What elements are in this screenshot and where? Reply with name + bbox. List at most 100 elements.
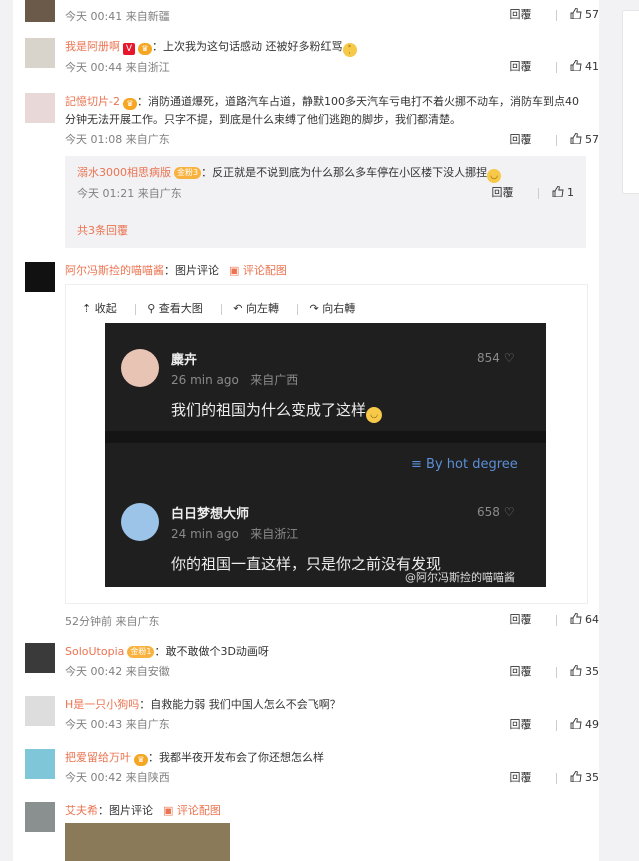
comment-item: H是一只小狗吗：自救能力弱 我们中国人怎么不会飞啊？ 今天 00:43 来自广东… — [25, 696, 599, 736]
thumbs-up-icon[interactable] — [570, 133, 582, 144]
comment-actions: 回覆 49 — [510, 716, 599, 732]
avatar[interactable] — [25, 93, 55, 123]
comment-item: 艾夫希：图片评论 ▣ 评论配图 — [25, 802, 599, 832]
like-count: 49 — [585, 718, 599, 731]
collapse-icon: ⇡ — [82, 302, 92, 315]
thumbs-up-icon[interactable] — [552, 186, 564, 197]
image-icon: ▣ — [229, 264, 240, 277]
reply-button[interactable]: 回覆 — [492, 184, 532, 200]
image-viewer: ⇡ 收起 ⚲ 查看大图 ↶ 向左轉 ↷ 向右轉 麋卉 26 min ago 来自… — [65, 284, 588, 604]
thumbs-up-icon[interactable] — [570, 613, 582, 624]
watermark: @阿尔冯斯捡的喵喵酱 — [405, 571, 515, 584]
username: 麋卉 — [171, 353, 198, 368]
comment-item: 記憶切片-2 ♛ ：消防通道爆死，道路汽车占道，静默100多天汽车亏电打不着火挪不动… — [25, 93, 599, 153]
username[interactable]: 艾夫希 — [65, 804, 98, 817]
pic-link[interactable]: ▣ 评论配图 — [163, 804, 221, 817]
thumbs-up-icon[interactable] — [570, 60, 582, 71]
like-count: 35 — [585, 771, 599, 784]
avatar[interactable] — [25, 0, 55, 22]
comment-item: 把爱留给万叶 ♛ ：我都半夜开发布会了你还想怎么样 今天 00:42 来自陕西 回覆… — [25, 749, 599, 789]
username[interactable]: 記憶切片-2 — [65, 95, 120, 108]
fan-badge-icon: ♛ — [134, 754, 148, 766]
reply-button[interactable]: 回覆 — [510, 58, 550, 74]
search-icon: ⚲ — [147, 302, 156, 315]
username[interactable]: 我是阿册啊 — [65, 40, 120, 53]
username[interactable]: H是一只小狗吗 — [65, 698, 139, 711]
more-replies-link[interactable]: 共3条回覆 — [77, 222, 128, 238]
side-card — [622, 10, 639, 194]
comment-text: ：敢不敢做个3D动画呀 — [154, 645, 269, 658]
comment-actions: 回覆 41 — [510, 58, 599, 74]
username: 白日梦想大师 — [171, 507, 250, 522]
like-count: 64 — [585, 613, 599, 626]
comment-actions: 回覆 64 — [510, 611, 599, 627]
fan-level-badge: 金粉1 — [127, 646, 155, 658]
reply-button[interactable]: 回覆 — [510, 6, 550, 22]
thumbs-up-icon[interactable] — [570, 718, 582, 729]
comment-actions: 回覆 35 — [510, 663, 599, 679]
fan-level-badge: 金粉3 — [174, 167, 202, 179]
thumbs-up-icon[interactable] — [570, 771, 582, 782]
rotate-left-icon: ↶ — [233, 302, 243, 315]
avatar[interactable] — [25, 749, 55, 779]
comment-text: ：我都半夜开发布会了你还想怎么样 — [148, 751, 324, 764]
view-large-button[interactable]: ⚲ 查看大图 — [147, 302, 203, 315]
username[interactable]: 把爱留给万叶 — [65, 751, 131, 764]
smile-emoji-icon: ◡ — [487, 169, 502, 183]
collapse-button[interactable]: ⇡ 收起 — [82, 302, 117, 315]
sort-icon: ≡ — [411, 457, 422, 472]
comment-text: ：消防通道爆死，道路汽车占道，静默100多天汽车亏电打不着火挪不动车，消防车到点… — [65, 95, 579, 126]
reply-button[interactable]: 回覆 — [510, 131, 550, 147]
avatar[interactable] — [25, 38, 55, 68]
comment-image-thumbnail[interactable] — [65, 823, 230, 861]
like-count: 1 — [567, 186, 574, 199]
comment-text: 你的祖国一直这样，只是你之前没有发现 — [171, 555, 442, 573]
reply-button[interactable]: 回覆 — [510, 769, 550, 785]
comment-item: 我是阿册啊 V ♛ ：上次我为这句话感动 还被好多粉红骂 ˃̣ 今天 00:44 来自浙… — [25, 38, 599, 78]
comment-item: SoloUtopia 金粉1 ：敢不敢做个3D动画呀 今天 00:42 来自安徽 回… — [25, 643, 599, 683]
comment-text: ：上次我为这句话感动 还被好多粉红骂 — [152, 40, 343, 53]
reply-button[interactable]: 回覆 — [510, 611, 550, 627]
avatar[interactable] — [25, 643, 55, 673]
comment-feed: 今天 00:41 来自新疆 回覆 57 我是阿册啊 V ♛ ：上次我为这句话感动 还被… — [13, 0, 599, 861]
username[interactable]: SoloUtopia — [65, 645, 124, 658]
thumbs-up-icon[interactable] — [570, 665, 582, 676]
reply-button[interactable]: 回覆 — [510, 663, 550, 679]
comment-text: 我们的祖国为什么变成了这样 ◡ — [171, 399, 383, 423]
smile-emoji-icon: ◡ — [366, 407, 383, 423]
comment-actions: 回覆 57 — [510, 131, 599, 147]
comment-actions: 回覆 1 — [492, 184, 574, 200]
pic-link[interactable]: ▣ 评论配图 — [229, 264, 287, 277]
like-count: 57 — [585, 133, 599, 146]
rotate-right-button[interactable]: ↷ 向右轉 — [310, 302, 356, 315]
comment-actions: 回覆 57 — [510, 6, 599, 22]
fan-badge-icon: ♛ — [138, 43, 152, 55]
thumbs-up-icon[interactable] — [570, 8, 582, 19]
comment-image[interactable]: 麋卉 26 min ago 来自广西 854 ♡ 我们的祖国为什么变成了这样 ◡ … — [105, 323, 546, 587]
avatar — [121, 503, 159, 541]
comment-meta: 26 min ago 来自广西 — [171, 373, 299, 387]
comment-actions: 回覆 35 — [510, 769, 599, 785]
thumbs-up-icon: ♡ — [503, 505, 515, 519]
comment-type: ：图片评论 — [98, 804, 153, 817]
avatar[interactable] — [25, 262, 55, 292]
comment-item: 今天 00:41 来自新疆 回覆 57 — [25, 0, 599, 23]
fan-badge-icon: ♛ — [122, 98, 137, 110]
comment-text: ：自救能力弱 我们中国人怎么不会飞啊？ — [139, 698, 341, 711]
rotate-left-button[interactable]: ↶ 向左轉 — [233, 302, 279, 315]
comment-type: ：图片评论 — [164, 264, 219, 277]
username[interactable]: 阿尔冯斯捡的喵喵酱 — [65, 264, 164, 277]
like-count: 35 — [585, 665, 599, 678]
image-post-footer: 52分钟前 来自广东 回覆 64 — [25, 611, 599, 631]
comment-meta: 24 min ago 来自浙江 — [171, 527, 299, 541]
avatar[interactable] — [25, 802, 55, 832]
sub-reply-box: 溺水3000相思病版 金粉3 ：反正就是不说到底为什么那么多车停在小区楼下没人挪捏 ◡… — [65, 156, 586, 248]
username[interactable]: 溺水3000相思病版 — [77, 166, 171, 179]
comment-text: ：反正就是不说到底为什么那么多车停在小区楼下没人挪捏 — [201, 166, 488, 179]
rotate-right-icon: ↷ — [309, 302, 319, 315]
reply-button[interactable]: 回覆 — [510, 716, 550, 732]
verified-icon: V — [123, 43, 135, 55]
avatar — [121, 349, 159, 387]
avatar[interactable] — [25, 696, 55, 726]
image-icon: ▣ — [163, 804, 174, 817]
